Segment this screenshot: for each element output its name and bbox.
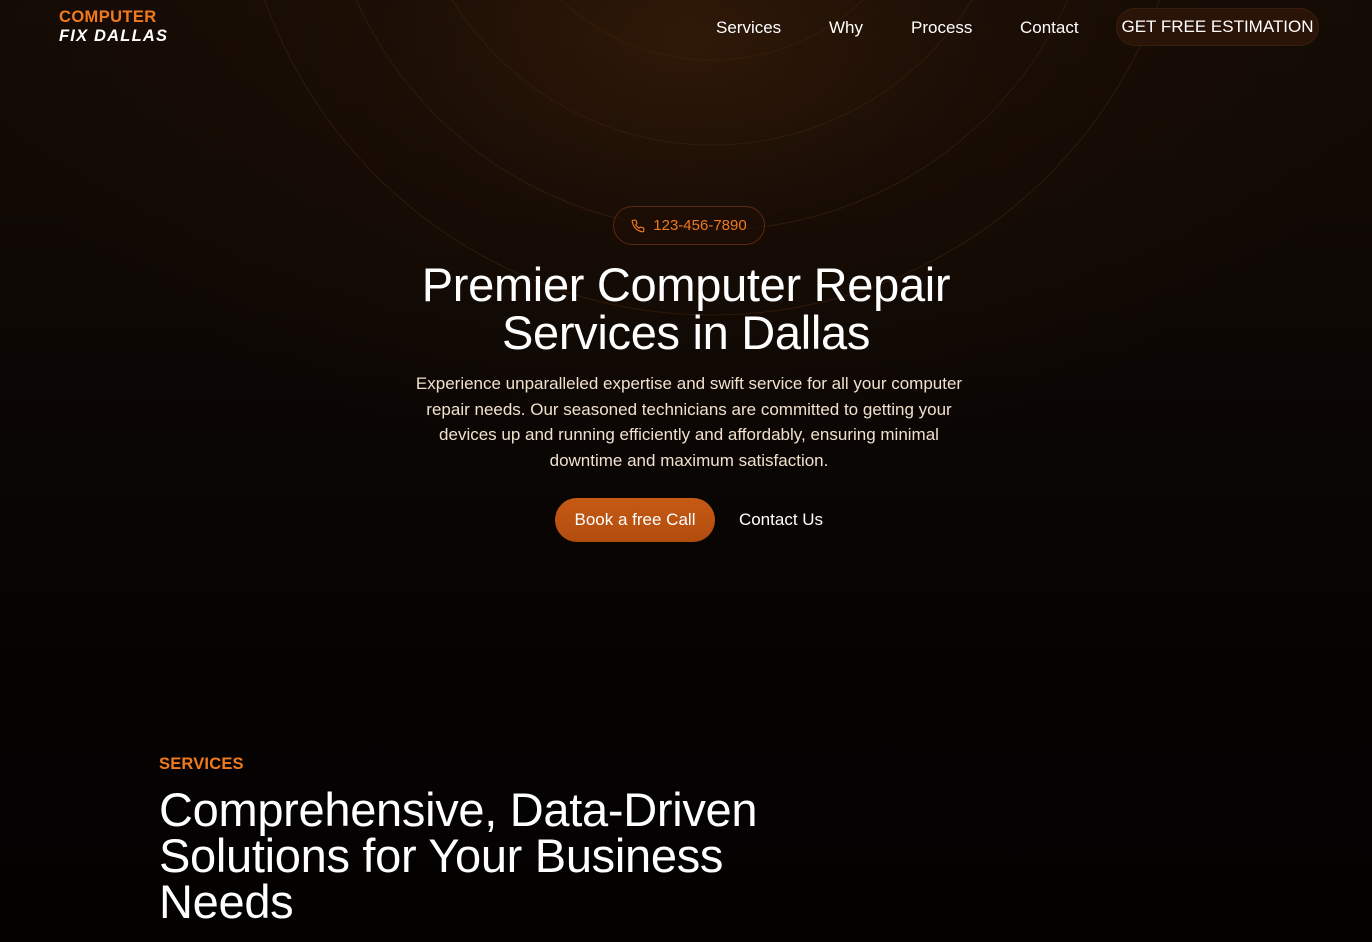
nav-link-contact[interactable]: Contact — [1020, 17, 1079, 39]
nav-link-services[interactable]: Services — [716, 17, 781, 39]
hero-description: Experience unparalleled expertise and sw… — [415, 374, 963, 471]
phone-badge[interactable]: 123-456-7890 — [613, 206, 765, 245]
phone-number: 123-456-7890 — [653, 217, 747, 234]
services-title-line-3: Needs — [159, 875, 294, 928]
hero-title-line-1: Premier Computer Repair — [421, 258, 951, 311]
services-title: Comprehensive, Data-Driven Solutions for… — [159, 786, 859, 928]
phone-icon — [631, 219, 645, 232]
nav-link-why[interactable]: Why — [829, 17, 863, 39]
services-section-label: SERVICES — [159, 755, 244, 773]
book-free-call-button[interactable]: Book a free Call — [555, 498, 715, 542]
page: COMPUTER FIX DALLAS Services Why Process… — [0, 0, 1372, 942]
hero-title-line-2: Services in Dallas — [501, 306, 871, 359]
contact-us-button[interactable]: Contact Us — [724, 498, 838, 542]
get-free-estimation-button[interactable]: GET FREE ESTIMATION — [1116, 8, 1319, 46]
hero-title: Premier Computer Repair Services in Dall… — [300, 261, 1072, 357]
nav-link-process[interactable]: Process — [911, 17, 972, 39]
